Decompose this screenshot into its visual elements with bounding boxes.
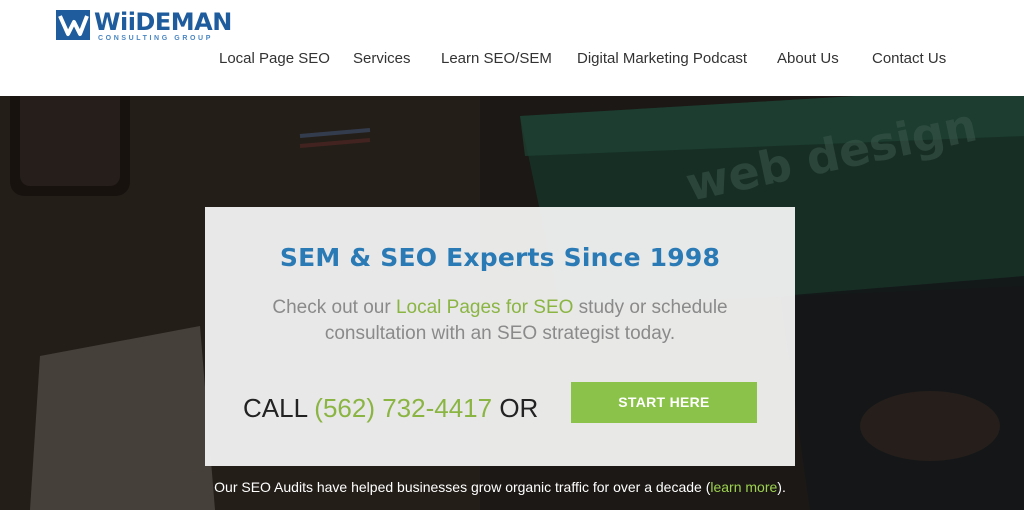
hero-section: web design SEM & SEO Experts Since 1998 … xyxy=(0,96,1024,510)
audit-text-before: Our SEO Audits have helped businesses gr… xyxy=(214,479,711,495)
nav-services[interactable]: Services xyxy=(353,48,411,70)
local-pages-seo-link[interactable]: Local Pages for SEO xyxy=(396,297,573,318)
nav-contact-us[interactable]: Contact Us xyxy=(872,48,946,70)
hero-title: SEM & SEO Experts Since 1998 xyxy=(279,243,721,272)
nav-about-us[interactable]: About Us xyxy=(777,48,839,70)
audit-note: Our SEO Audits have helped businesses gr… xyxy=(0,479,1000,495)
logo[interactable]: WiiDEMAN CONSULTING GROUP xyxy=(56,8,232,44)
call-prefix: CALL xyxy=(243,393,315,423)
logo-name: WiiDEMAN xyxy=(94,8,232,36)
site-header: WiiDEMAN CONSULTING GROUP Local Page SEO… xyxy=(0,0,1024,96)
logo-mark-icon xyxy=(56,10,90,40)
main-nav: Local Page SEO Services Learn SEO/SEM Di… xyxy=(0,48,1024,70)
phone-number-link[interactable]: (562) 732-4417 xyxy=(314,393,492,423)
nav-learn-seo-sem[interactable]: Learn SEO/SEM xyxy=(441,48,552,70)
nav-digital-marketing-podcast[interactable]: Digital Marketing Podcast xyxy=(577,48,747,70)
nav-local-page-seo[interactable]: Local Page SEO xyxy=(219,48,330,70)
call-line: CALL (562) 732-4417 OR xyxy=(243,391,538,425)
start-here-button[interactable]: START HERE xyxy=(571,382,757,423)
hero-text-before: Check out our xyxy=(272,297,396,318)
logo-tagline: CONSULTING GROUP xyxy=(98,35,213,42)
call-suffix: OR xyxy=(492,393,539,423)
audit-text-after: ). xyxy=(777,479,786,495)
hero-card: SEM & SEO Experts Since 1998 Check out o… xyxy=(205,207,795,466)
hero-description: Check out our Local Pages for SEO study … xyxy=(265,295,735,347)
learn-more-link[interactable]: learn more xyxy=(710,479,777,495)
